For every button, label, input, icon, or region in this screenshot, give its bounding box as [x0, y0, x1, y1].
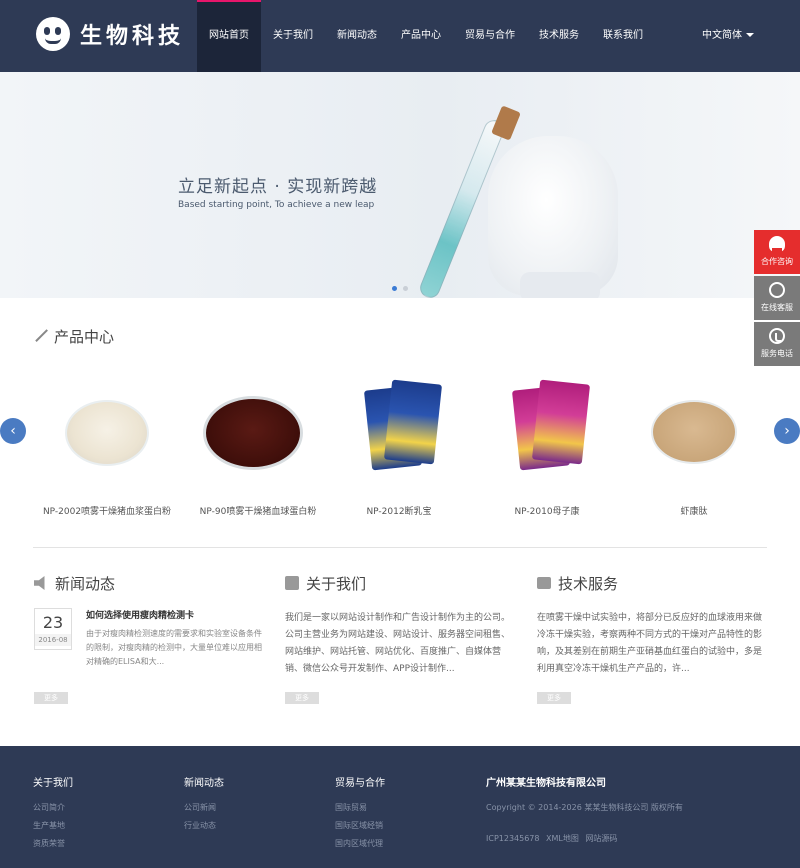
main-nav: 网站首页 关于我们 新闻动态 产品中心 贸易与合作 技术服务 联系我们 [197, 0, 655, 72]
product-card[interactable]: NP-2010母子康 [472, 379, 622, 517]
phone-icon [769, 328, 785, 344]
footer-trade: 贸易与合作 国际贸易 国际区域经销 国内区域代理 [335, 774, 385, 853]
language-selector[interactable]: 中文简体 [702, 0, 754, 72]
footer-news-title: 新闻动态 [184, 778, 224, 789]
logo-text: 生物科技 [80, 24, 185, 49]
product-image[interactable] [472, 379, 622, 480]
slide-indicators [392, 286, 408, 291]
floating-contact-bar: 合作咨询 在线客服 服务电话 [754, 230, 800, 368]
footer-link[interactable]: 资质荣誉 [33, 835, 73, 853]
service-heading-text: 技术服务 [558, 574, 619, 593]
nav-item-about[interactable]: 关于我们 [261, 0, 325, 72]
caret-down-icon [746, 33, 754, 37]
product-card[interactable]: NP-90喷雾干燥猪血球蛋白粉 [183, 380, 333, 517]
product-image[interactable] [183, 380, 333, 480]
banner-title: 立足新起点 · 实现新跨越 [178, 177, 378, 197]
service-more-button[interactable]: 更多 [537, 692, 571, 704]
footer-copyright: Copyright © 2014-2026 某某生物科技公司 版权所有 [486, 803, 683, 812]
about-heading: 关于我们 [285, 570, 517, 596]
news-more-button[interactable]: 更多 [34, 692, 68, 704]
slide-dot-2[interactable] [403, 286, 408, 291]
footer-link[interactable]: 行业动态 [184, 817, 224, 835]
nav-item-products[interactable]: 产品中心 [389, 0, 453, 72]
glove-cuff-image [520, 272, 600, 298]
header: 生物科技 网站首页 关于我们 新闻动态 产品中心 贸易与合作 技术服务 联系我们… [0, 0, 800, 72]
footer-company-title: 广州某某生物科技有限公司 [486, 778, 606, 789]
footer-link[interactable]: 公司新闻 [184, 799, 224, 817]
consult-button[interactable]: 合作咨询 [754, 230, 800, 274]
footer-about: 关于我们 公司简介 生产基地 资质荣誉 [33, 774, 73, 853]
footer-icp-row: ICP12345678 XML地图 网站源码 [486, 833, 683, 844]
pipette-icon [34, 328, 51, 345]
qq-icon [769, 236, 785, 252]
cork-image [491, 105, 521, 141]
products-heading-text: 产品中心 [54, 328, 115, 346]
online-service-label: 在线客服 [761, 303, 793, 312]
about-more-button[interactable]: 更多 [285, 692, 319, 704]
product-name[interactable]: NP-2012断乳宝 [324, 504, 474, 517]
footer-link[interactable]: 生产基地 [33, 817, 73, 835]
product-image[interactable] [619, 380, 769, 480]
product-name[interactable]: NP-2002喷雾干燥猪血浆蛋白粉 [32, 504, 182, 517]
about-heading-text: 关于我们 [306, 574, 367, 593]
product-card[interactable]: 虾康肽 [619, 380, 769, 517]
service-phone-button[interactable]: 服务电话 [754, 322, 800, 366]
banner-subtitle: Based starting point, To achieve a new l… [178, 200, 375, 210]
product-name[interactable]: NP-2010母子康 [472, 504, 622, 517]
consult-label: 合作咨询 [761, 257, 793, 266]
news-summary: 由于对瘦肉精检测速度的需要求和实验室设备条件的限制，对瘦肉精的检测中，大量单位难… [86, 629, 262, 666]
nav-item-trade[interactable]: 贸易与合作 [453, 0, 527, 72]
nav-item-news[interactable]: 新闻动态 [325, 0, 389, 72]
logo-icon [36, 17, 70, 51]
footer-news: 新闻动态 公司新闻 行业动态 [184, 774, 224, 835]
product-image[interactable] [32, 380, 182, 480]
product-image[interactable] [324, 379, 474, 480]
slide-dot-1[interactable] [392, 286, 397, 291]
footer-icp[interactable]: ICP12345678 [486, 834, 540, 843]
service-heading: 技术服务 [537, 570, 769, 596]
news-section: 新闻动态 23 2016-08 如何选择使用瘦肉精检测卡 由于对瘦肉精检测速度的… [34, 570, 266, 669]
briefcase-icon [537, 577, 551, 589]
service-section: 技术服务 在喷雾干燥中试实验中，将部分已反应好的血球液用来做冷冻干燥实验，考察两… [537, 570, 769, 678]
service-phone-label: 服务电话 [761, 349, 793, 358]
product-card[interactable]: NP-2002喷雾干燥猪血浆蛋白粉 [32, 380, 182, 517]
footer-link[interactable]: 国际贸易 [335, 799, 385, 817]
hero-banner: 立足新起点 · 实现新跨越 Based starting point, To a… [0, 72, 800, 298]
footer: 关于我们 公司简介 生产基地 资质荣誉 新闻动态 公司新闻 行业动态 贸易与合作… [0, 746, 800, 868]
news-date-day: 23 [42, 613, 64, 632]
about-section: 关于我们 我们是一家以网站设计制作和广告设计制作为主的公司。公司主营业务为网站建… [285, 570, 517, 678]
service-text: 在喷雾干燥中试实验中，将部分已反应好的血球液用来做冷冻干燥实验，考察两种不同方式… [537, 613, 763, 674]
news-item[interactable]: 23 2016-08 如何选择使用瘦肉精检测卡 由于对瘦肉精检测速度的需要求和实… [34, 608, 266, 669]
language-label: 中文简体 [702, 30, 742, 41]
footer-xml-map-link[interactable]: XML地图 [546, 834, 579, 843]
nav-item-contact[interactable]: 联系我们 [591, 0, 655, 72]
news-heading-text: 新闻动态 [55, 574, 116, 593]
footer-link[interactable]: 公司简介 [33, 799, 73, 817]
news-heading: 新闻动态 [34, 570, 266, 596]
footer-company: 广州某某生物科技有限公司 Copyright © 2014-2026 某某生物科… [486, 774, 683, 844]
document-icon [285, 576, 299, 590]
product-card[interactable]: NP-2012断乳宝 [324, 379, 474, 517]
footer-link[interactable]: 国际区域经销 [335, 817, 385, 835]
footer-about-title: 关于我们 [33, 778, 73, 789]
footer-link[interactable]: 国内区域代理 [335, 835, 385, 853]
news-date-year-month: 2016-08 [35, 634, 71, 646]
footer-source-link[interactable]: 网站源码 [585, 834, 617, 843]
news-date: 23 2016-08 [34, 608, 72, 650]
section-divider [33, 547, 767, 548]
carousel-next-button[interactable]: › [774, 418, 800, 444]
products-heading: 产品中心 [34, 326, 114, 347]
about-text: 我们是一家以网站设计制作和广告设计制作为主的公司。公司主营业务为网站建设、网站设… [285, 613, 511, 674]
nav-item-service[interactable]: 技术服务 [527, 0, 591, 72]
nav-item-home[interactable]: 网站首页 [197, 0, 261, 72]
logo[interactable]: 生物科技 [36, 17, 184, 51]
carousel-prev-button[interactable]: ‹ [0, 418, 26, 444]
speaker-icon [34, 576, 45, 590]
customer-service-icon [769, 282, 785, 298]
footer-trade-title: 贸易与合作 [335, 778, 385, 789]
online-service-button[interactable]: 在线客服 [754, 276, 800, 320]
news-title[interactable]: 如何选择使用瘦肉精检测卡 [86, 608, 264, 621]
product-name[interactable]: NP-90喷雾干燥猪血球蛋白粉 [183, 504, 333, 517]
product-name[interactable]: 虾康肽 [619, 504, 769, 517]
